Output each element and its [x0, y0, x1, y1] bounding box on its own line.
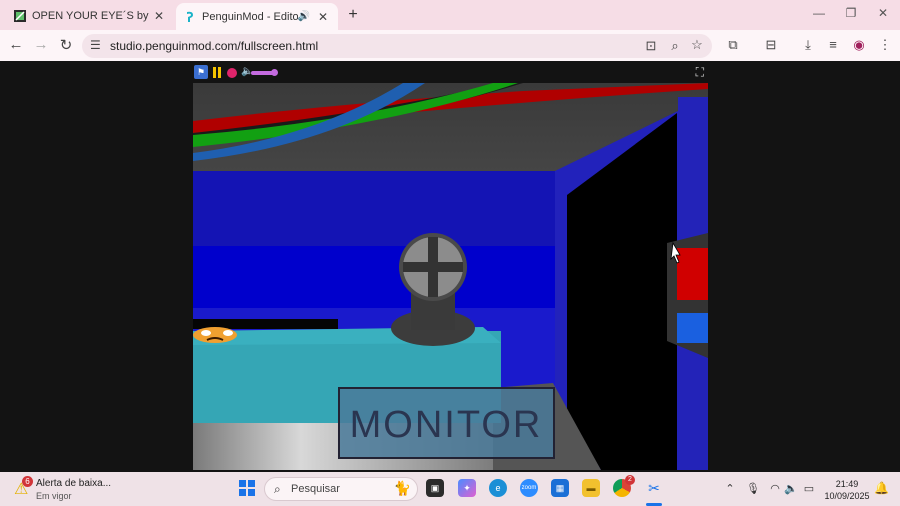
zoom-icon[interactable]: ⌕ [666, 38, 684, 54]
profile-avatar-icon[interactable]: ◉ [850, 37, 868, 53]
site-info-icon[interactable]: ☰ [90, 38, 101, 52]
search-icon: ⌕ [274, 482, 281, 496]
download-icon[interactable]: ⤓ [799, 37, 817, 53]
search-placeholder: Pesquisar [291, 483, 340, 495]
close-tab-icon[interactable]: ✕ [152, 9, 166, 23]
tab-penguinmod-editor[interactable]: PenguinMod - Editor 🔊 ✕ [176, 3, 338, 30]
clock-time: 21:49 [835, 479, 859, 489]
install-app-icon[interactable]: ⊡ [642, 38, 660, 54]
fullscreen-icon[interactable]: ⛶ [696, 65, 704, 80]
back-button[interactable]: ← [6, 36, 26, 53]
taskbar-search[interactable]: ⌕ Pesquisar 🐈 [264, 477, 418, 501]
reload-button[interactable]: ↻ [56, 36, 76, 54]
browser-toolbar: ← → ↻ ☰ studio.penguinmod.com/fullscreen… [0, 30, 900, 61]
alert-title: Alerta de baixa... [36, 478, 112, 489]
penguinmod-icon [184, 11, 196, 23]
speaker-icon[interactable]: 🔊 [298, 11, 310, 22]
weather-alert-widget[interactable]: ⚠ 6 Alerta de baixa... Em vigor [14, 476, 124, 502]
task-view-icon[interactable]: ▣ [426, 479, 444, 497]
file-explorer-icon[interactable]: ▬ [582, 479, 600, 497]
microphone-icon[interactable]: 🎙 [745, 482, 761, 495]
minimize-button[interactable]: — [804, 6, 834, 20]
tab-title: OPEN YOUR EYE´S by Imperial- [32, 10, 152, 22]
game-stage[interactable]: MONITOR [193, 83, 708, 470]
volume-icon[interactable]: 🔈 [783, 482, 799, 495]
menu-icon[interactable]: ⋮ [876, 37, 894, 53]
copilot-icon[interactable]: ✦ [458, 479, 476, 497]
tab-open-your-eyes[interactable]: OPEN YOUR EYE´S by Imperial- ✕ [6, 4, 174, 28]
green-flag-icon[interactable]: ⚑ [194, 65, 208, 79]
tab-title: PenguinMod - Editor [202, 10, 298, 23]
notification-badge: 6 [22, 476, 33, 487]
notification-bell-icon[interactable]: 🔔 [874, 481, 889, 495]
forward-button[interactable]: → [31, 36, 51, 53]
monitor-label: MONITOR [350, 404, 543, 446]
search-highlight-icon: 🐈 [393, 480, 411, 496]
close-tab-icon[interactable]: ✕ [316, 10, 330, 24]
edge-icon[interactable]: e [489, 479, 507, 497]
clock-date: 10/09/2025 [824, 491, 870, 501]
chrome-badge: 2 [625, 475, 635, 485]
extensions-icon[interactable]: ⧉ [724, 37, 742, 53]
address-bar[interactable]: ☰ studio.penguinmod.com/fullscreen.html … [82, 34, 712, 58]
os-taskbar: ⚠ 6 Alerta de baixa... Em vigor ⌕ Pesqui… [0, 472, 900, 506]
new-tab-button[interactable]: + [344, 6, 362, 24]
stage-controls: ⚑ 🔈 ⛶ [193, 64, 708, 82]
pause-icon[interactable] [212, 67, 222, 78]
stop-icon[interactable] [227, 68, 237, 78]
alert-subtitle: Em vigor [36, 491, 72, 501]
clock[interactable]: 21:49 10/09/2025 [822, 478, 872, 502]
reading-list-icon[interactable]: ≡ [824, 37, 842, 52]
chevron-up-icon[interactable]: ⌃ [722, 482, 738, 495]
page-content: ⚑ 🔈 ⛶ MONITOR [0, 61, 900, 472]
bookmark-star-icon[interactable]: ☆ [688, 37, 706, 53]
microsoft-store-icon[interactable]: ▦ [551, 479, 569, 497]
film-icon [14, 10, 26, 22]
windows-start-icon[interactable] [239, 480, 255, 496]
url-text[interactable]: studio.penguinmod.com/fullscreen.html [110, 39, 318, 53]
tab-search-icon[interactable]: ⊟ [762, 37, 780, 53]
close-window-button[interactable]: ✕ [868, 6, 898, 20]
restore-button[interactable]: ❐ [836, 6, 866, 20]
wifi-icon[interactable]: ◠ [767, 482, 783, 495]
volume-slider[interactable] [251, 69, 278, 76]
tab-strip: OPEN YOUR EYE´S by Imperial- ✕ PenguinMo… [0, 0, 900, 30]
snipping-tool-icon[interactable]: ✂ [645, 479, 663, 497]
battery-icon[interactable]: ▭ [801, 482, 817, 495]
zoom-icon[interactable]: zoom [520, 479, 538, 497]
